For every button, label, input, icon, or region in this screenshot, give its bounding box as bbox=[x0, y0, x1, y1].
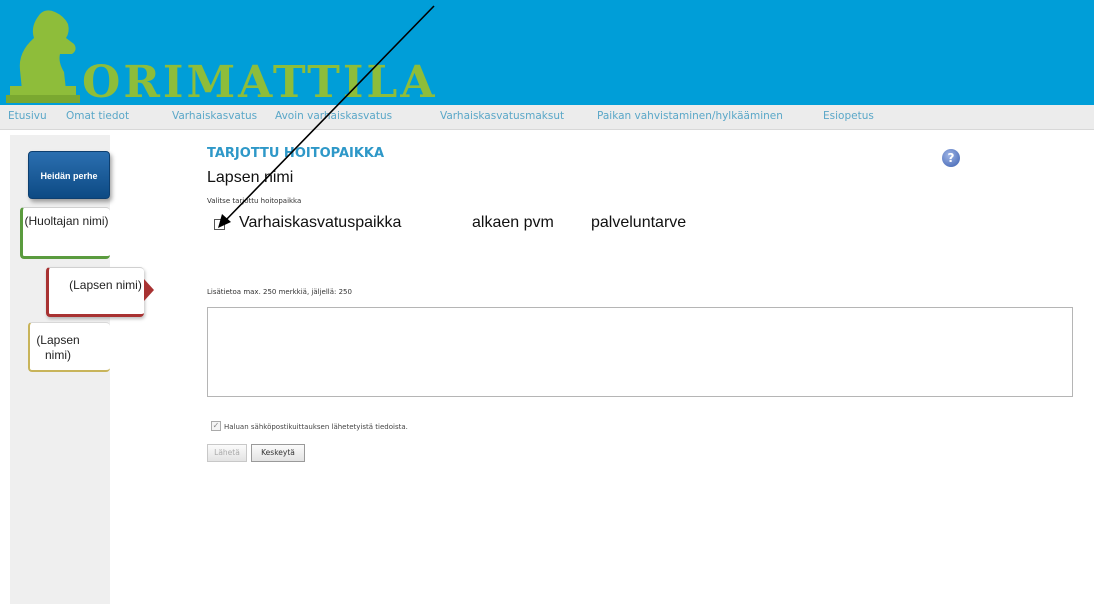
nav-esiopetus[interactable]: Esiopetus bbox=[823, 110, 874, 122]
nav-paikan-vahvistaminen[interactable]: Paikan vahvistaminen/hylkääminen bbox=[597, 110, 783, 122]
section-title: TARJOTTU HOITOPAIKKA bbox=[207, 146, 385, 161]
knight-logo-icon bbox=[0, 0, 95, 105]
main-nav: Etusivu Omat tiedot Varhaiskasvatus Avoi… bbox=[0, 105, 1094, 130]
nav-varhaiskasvatus[interactable]: Varhaiskasvatus bbox=[172, 110, 257, 122]
select-offer-label: Valitse tarjottu hoitopaikka bbox=[207, 197, 302, 205]
nav-avoin-varhaiskasvatus[interactable]: Avoin varhaiskasvatus bbox=[275, 110, 392, 122]
active-tab-arrow-icon bbox=[144, 279, 154, 301]
nav-varhaiskasvatusmaksut[interactable]: Varhaiskasvatusmaksut bbox=[440, 110, 564, 122]
offer-place-type: Varhaiskasvatuspaikka bbox=[239, 214, 402, 231]
nav-etusivu[interactable]: Etusivu bbox=[8, 110, 47, 122]
email-confirm-label: Haluan sähköpostikuittauksen lähetetyist… bbox=[224, 423, 408, 431]
tab-family[interactable]: Heidän perhe bbox=[28, 151, 110, 199]
email-confirm-checkbox[interactable]: ✓ bbox=[211, 421, 221, 431]
offer-start-date: alkaen pvm bbox=[472, 214, 554, 231]
notes-label: Lisätietoa max. 250 merkkiä, jäljellä: 2… bbox=[207, 288, 352, 296]
nav-omat-tiedot[interactable]: Omat tiedot bbox=[66, 110, 129, 122]
notes-textarea[interactable] bbox=[207, 307, 1073, 397]
offer-checkbox[interactable] bbox=[214, 219, 225, 230]
send-button[interactable]: Lähetä bbox=[207, 444, 247, 462]
cancel-button[interactable]: Keskeytä bbox=[251, 444, 305, 462]
tab-guardian[interactable]: (Huoltajan nimi) bbox=[20, 207, 110, 259]
tab-child-active[interactable]: (Lapsen nimi) bbox=[46, 267, 144, 317]
offer-service-need: palveluntarve bbox=[591, 214, 687, 231]
child-name: Lapsen nimi bbox=[207, 169, 294, 186]
header-banner: ORIMATTILA bbox=[0, 0, 1094, 108]
help-icon[interactable]: ? bbox=[942, 149, 960, 167]
tab-child-2[interactable]: (Lapsen nimi) bbox=[28, 322, 110, 372]
orimattila-logo-text: ORIMATTILA bbox=[82, 57, 438, 108]
